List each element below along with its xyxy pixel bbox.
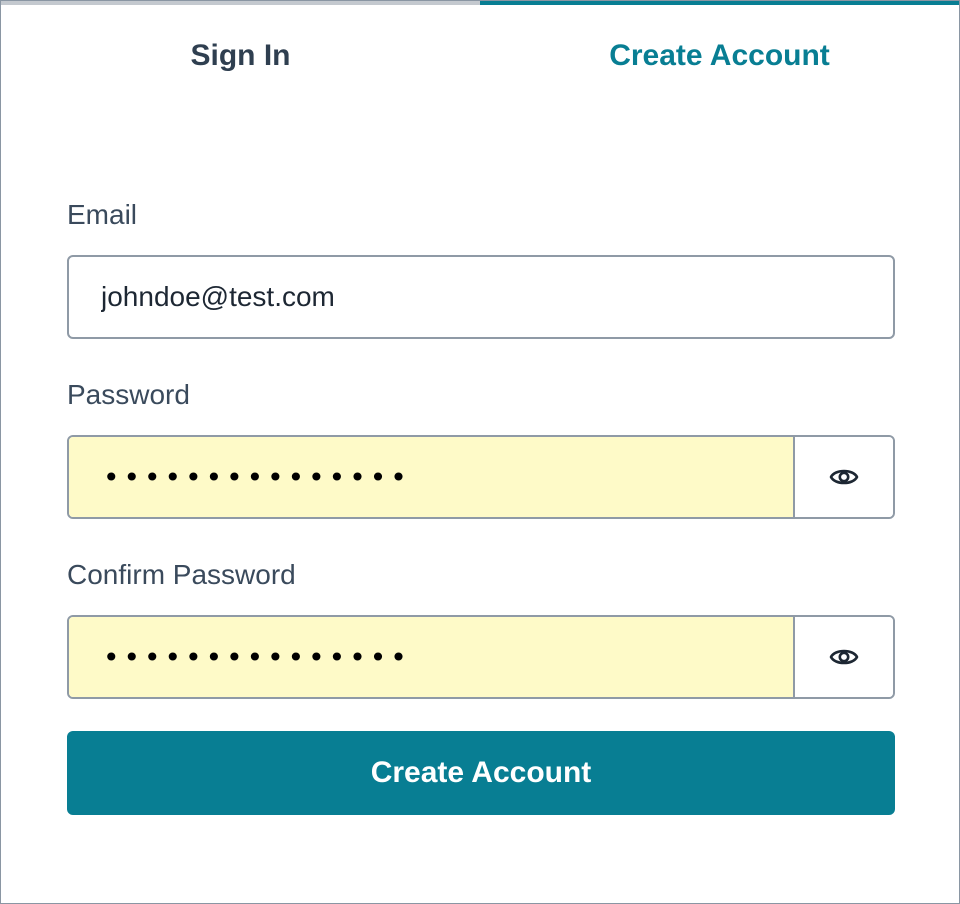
auth-tabs: Sign In Create Account bbox=[1, 1, 959, 109]
confirm-password-field[interactable] bbox=[69, 617, 793, 697]
confirm-password-field-container bbox=[67, 615, 895, 699]
password-label: Password bbox=[67, 379, 190, 410]
password-field[interactable] bbox=[69, 437, 793, 517]
create-account-button[interactable]: Create Account bbox=[67, 731, 895, 815]
password-field-container bbox=[67, 435, 895, 519]
confirm-password-label: Confirm Password bbox=[67, 559, 296, 590]
email-field[interactable] bbox=[69, 257, 893, 337]
email-field-container bbox=[67, 255, 895, 339]
tab-sign-in-label: Sign In bbox=[190, 39, 291, 72]
tab-create-account-label: Create Account bbox=[609, 39, 830, 72]
eye-icon bbox=[829, 469, 859, 485]
tab-create-account[interactable]: Create Account bbox=[480, 1, 959, 109]
auth-card: Sign In Create Account Email Password Co… bbox=[0, 0, 960, 904]
password-visibility-toggle[interactable] bbox=[795, 437, 893, 517]
confirm-password-input-wrap bbox=[69, 617, 795, 697]
email-label: Email bbox=[67, 199, 138, 230]
password-input-wrap bbox=[69, 437, 795, 517]
confirm-password-visibility-toggle[interactable] bbox=[795, 617, 893, 697]
tab-sign-in[interactable]: Sign In bbox=[1, 1, 480, 109]
eye-icon bbox=[829, 649, 859, 665]
